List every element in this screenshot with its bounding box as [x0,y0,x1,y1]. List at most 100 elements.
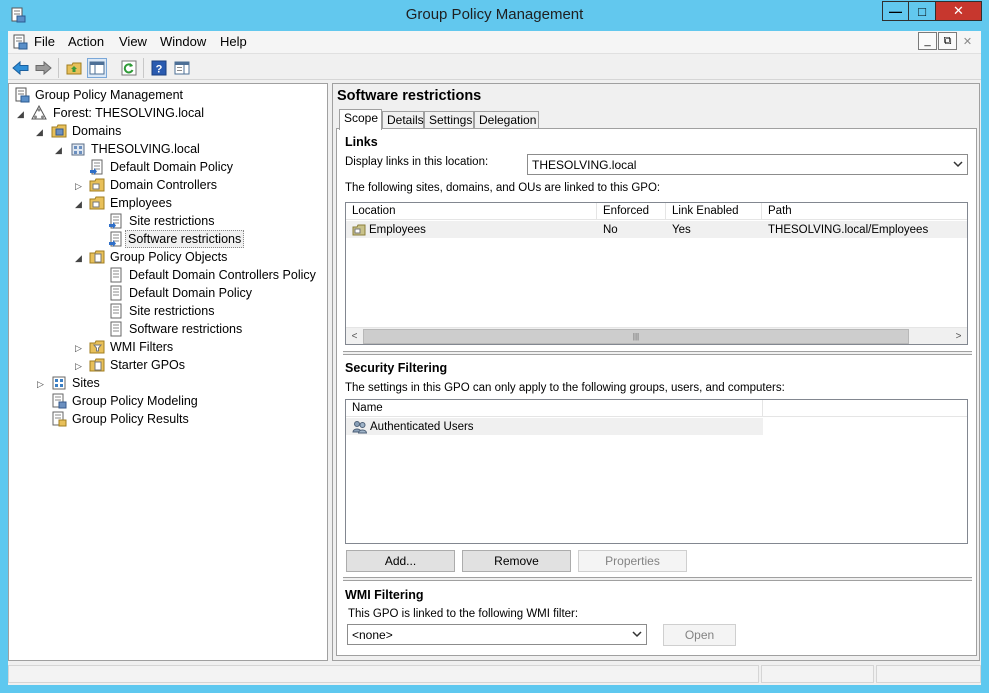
back-button[interactable] [11,58,31,78]
column-path[interactable]: Path [762,203,967,220]
cell-link-enabled: Yes [672,223,691,236]
menu-window[interactable]: Window [160,34,206,49]
tree-item-domain[interactable]: ◢ THESOLVING.local [9,140,327,158]
collapse-arrow-icon[interactable]: ◢ [75,253,84,263]
tree-item-gpo[interactable]: Site restrictions [9,302,327,320]
location-label: Display links in this location: [345,156,489,168]
refresh-button[interactable] [119,58,139,78]
table-row[interactable]: Employees No Yes THESOLVING.local/Employ… [346,221,967,238]
close-button[interactable]: ✕ [936,1,982,21]
menu-help[interactable]: Help [220,34,247,49]
modeling-icon [52,393,67,409]
ou-folder-icon [89,178,105,192]
mdi-minimize-button[interactable]: _ [918,32,937,50]
tree-item-group-policy-objects[interactable]: ◢ Group Policy Objects [9,248,327,266]
expand-arrow-icon[interactable]: ▷ [37,379,46,389]
remove-button[interactable]: Remove [462,550,571,572]
status-cell [761,665,874,683]
tree-label: Default Domain Policy [110,160,233,174]
scroll-thumb[interactable]: ||| [363,329,909,344]
tree-item-domain-controllers[interactable]: ▷ Domain Controllers [9,176,327,194]
tab-scope[interactable]: Scope [339,109,382,130]
expand-arrow-icon[interactable]: ▷ [75,361,84,371]
section-splitter[interactable] [343,577,972,581]
mdi-close-button[interactable]: ✕ [958,32,977,50]
open-button[interactable]: Open [663,624,736,646]
location-dropdown-value: THESOLVING.local [532,158,637,172]
status-cell [876,665,981,683]
security-list-header: Name [346,400,967,417]
collapse-arrow-icon[interactable]: ◢ [17,109,26,119]
ou-folder-icon [89,196,105,210]
wmi-filter-dropdown[interactable]: <none> [347,624,647,645]
maximize-button[interactable]: □ [909,1,936,21]
add-button[interactable]: Add... [346,550,455,572]
help-button[interactable]: ? [149,58,169,78]
console-icon[interactable] [12,34,28,50]
column-name[interactable]: Name [346,400,763,417]
tree-item-site-restrictions-link[interactable]: Site restrictions [9,212,327,230]
location-dropdown[interactable]: THESOLVING.local [527,154,968,175]
tree-label: Domains [72,124,122,138]
security-filtering-list[interactable]: Name Authenticated Users [345,399,968,544]
scroll-left-button[interactable]: < [346,328,363,344]
tab-settings[interactable]: Settings [424,111,474,129]
wmi-filter-value: <none> [352,628,393,642]
mdi-restore-button[interactable]: ⧉ [938,32,957,50]
scroll-right-button[interactable]: > [950,328,967,344]
user-group-icon [352,420,368,433]
tree-item-gpo[interactable]: Default Domain Policy [9,284,327,302]
forest-icon [31,105,47,120]
table-row[interactable]: Authenticated Users [346,418,763,435]
menu-file[interactable]: File [34,34,55,49]
tree-item-modeling[interactable]: Group Policy Modeling [9,392,327,410]
show-action-pane-button[interactable] [172,58,192,78]
tree-item-sites[interactable]: ▷ Sites [9,374,327,392]
collapse-arrow-icon[interactable]: ◢ [55,145,64,155]
tree-item-group-policy-management[interactable]: Group Policy Management [9,86,327,104]
section-splitter[interactable] [343,351,972,355]
tree-item-employees[interactable]: ◢ Employees [9,194,327,212]
collapse-arrow-icon[interactable]: ◢ [36,127,45,137]
show-action-pane-icon [174,61,190,75]
tree-item-gpo[interactable]: Software restrictions [9,320,327,338]
forward-button[interactable] [33,58,53,78]
cell-enforced: No [603,223,618,236]
tree-item-wmi-filters[interactable]: ▷ WMI Filters [9,338,327,356]
column-location[interactable]: Location [346,203,597,220]
tree-label: Software restrictions [129,322,243,336]
show-hide-tree-button[interactable] [87,58,107,78]
console-tree[interactable]: Group Policy Management ◢ Forest: THESOL… [8,83,328,661]
menu-action[interactable]: Action [68,34,104,49]
tree-item-software-restrictions-link[interactable]: Software restrictions [9,230,327,248]
expand-arrow-icon[interactable]: ▷ [75,343,84,353]
minimize-button[interactable]: — [882,1,909,21]
links-horizontal-scrollbar[interactable]: < ||| > [346,327,967,344]
links-list[interactable]: Location Enforced Link Enabled Path Empl… [345,202,968,345]
tree-item-default-domain-policy-link[interactable]: Default Domain Policy [9,158,327,176]
wmi-filtering-description: This GPO is linked to the following WMI … [348,608,579,620]
wmi-filtering-heading: WMI Filtering [345,588,424,602]
results-icon [52,411,67,427]
column-enforced[interactable]: Enforced [597,203,666,220]
gpo-folder-icon [89,250,105,264]
security-filtering-heading: Security Filtering [345,361,448,375]
cell-name-text: Authenticated Users [370,420,474,433]
chevron-down-icon [632,631,642,638]
tab-details[interactable]: Details [382,111,424,129]
tree-item-gpo[interactable]: Default Domain Controllers Policy [9,266,327,284]
tree-item-results[interactable]: Group Policy Results [9,410,327,428]
tree-item-domains[interactable]: ◢ Domains [9,122,327,140]
expand-arrow-icon[interactable]: ▷ [75,181,84,191]
properties-button[interactable]: Properties [578,550,687,572]
tree-item-forest[interactable]: ◢ Forest: THESOLVING.local [9,104,327,122]
tree-label: Forest: THESOLVING.local [53,106,204,120]
menu-view[interactable]: View [119,34,147,49]
column-link-enabled[interactable]: Link Enabled [666,203,762,220]
tab-delegation[interactable]: Delegation [474,111,539,129]
collapse-arrow-icon[interactable]: ◢ [75,199,84,209]
up-one-level-button[interactable] [64,58,84,78]
toolbar: ? [8,53,981,80]
tree-item-starter-gpos[interactable]: ▷ Starter GPOs [9,356,327,374]
security-filtering-description: The settings in this GPO can only apply … [345,382,785,394]
